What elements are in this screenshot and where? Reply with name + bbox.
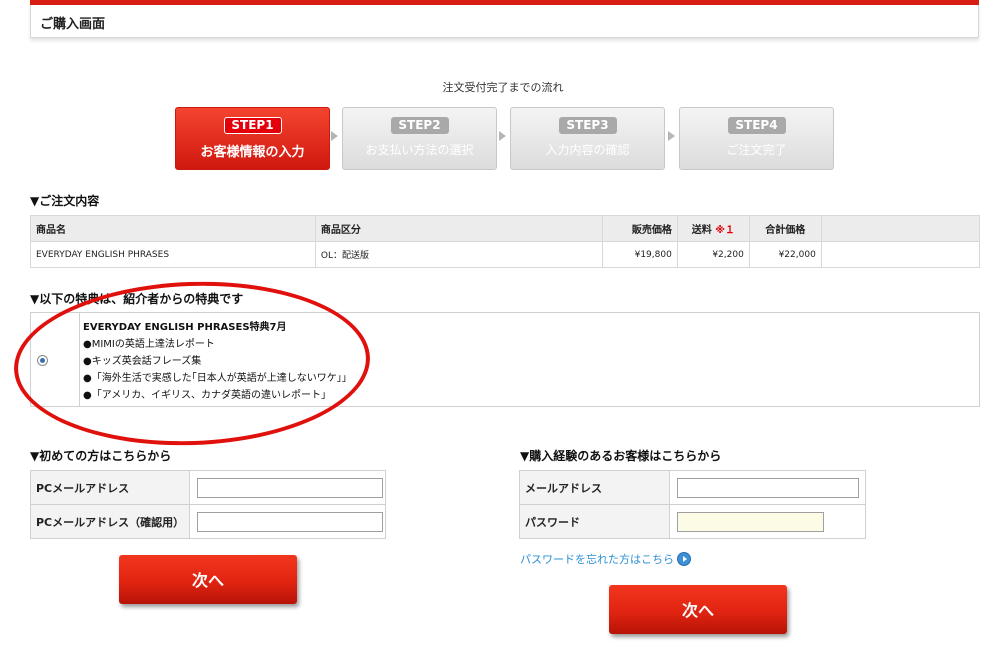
cell-type: OL：配送版 xyxy=(314,241,603,268)
bonus-radio[interactable] xyxy=(37,355,48,366)
email-confirm-field[interactable] xyxy=(197,511,383,532)
order-heading: ▼ご注文内容 xyxy=(30,194,100,208)
col-shipping: 送料 ※１ xyxy=(676,215,750,242)
returning-customer-heading: ▼購入経験のあるお客様はこちらから xyxy=(520,449,722,463)
order-table: 商品名 商品区分 販売価格 送料 ※１ 合計価格 EVERYDAY ENGLIS… xyxy=(30,215,981,268)
col-total: 合計価格 xyxy=(748,215,822,242)
bonus-box: EVERYDAY ENGLISH PHRASES特典7月 ●MIMIの英語上達法… xyxy=(30,312,980,407)
list-item: ●「海外生活で実感した｢日本人が英語が上達しないワケ｣」 xyxy=(83,373,352,384)
cell-price: ¥19,800 xyxy=(601,241,678,268)
circle-arrow-right-icon[interactable] xyxy=(677,552,691,566)
password-cell xyxy=(669,504,866,539)
bonus-radio-cell xyxy=(31,313,80,406)
step-2: STEP2 お支払い方法の選択 xyxy=(342,107,497,170)
col-product: 商品名 xyxy=(30,215,316,242)
email-confirm-label: PCメールアドレス（確認用） xyxy=(30,504,190,539)
page-title-box: ご購入画面 xyxy=(30,5,979,38)
shipping-note-mark: ※１ xyxy=(715,225,735,236)
step-1: STEP1 お客様情報の入力 xyxy=(175,107,330,170)
login-email-label: メールアドレス xyxy=(519,470,670,505)
email-label: PCメールアドレス xyxy=(30,470,190,505)
bonus-list: EVERYDAY ENGLISH PHRASES特典7月 ●MIMIの英語上達法… xyxy=(83,319,352,404)
step-1-label: お客様情報の入力 xyxy=(200,145,305,160)
login-email-field[interactable] xyxy=(677,477,859,498)
new-customer-heading: ▼初めての方はこちらから xyxy=(30,449,172,463)
email-field[interactable] xyxy=(197,477,383,498)
cell-shipping: ¥2,200 xyxy=(676,241,750,268)
step-2-label: お支払い方法の選択 xyxy=(365,143,474,157)
list-item: ●「アメリカ、イギリス、カナダ英語の違いレポート」 xyxy=(83,390,332,401)
cell-product: EVERYDAY ENGLISH PHRASES xyxy=(30,241,316,268)
step-4-badge: STEP4 xyxy=(727,117,786,134)
cell-empty xyxy=(820,241,981,268)
step-1-badge: STEP1 xyxy=(223,117,282,134)
flow-title: 注文受付完了までの流れ xyxy=(442,81,564,94)
login-form: メールアドレス パスワード xyxy=(519,470,866,539)
step-arrow-icon xyxy=(668,131,675,141)
forgot-password-link[interactable]: パスワードを忘れた方はこちら xyxy=(520,551,674,567)
col-type: 商品区分 xyxy=(314,215,603,242)
login-email-cell xyxy=(669,470,866,505)
col-price: 販売価格 xyxy=(601,215,678,242)
email-confirm-cell xyxy=(189,504,386,539)
bonus-heading: ▼以下の特典は、紹介者からの特典です xyxy=(30,292,244,306)
step-4-label: ご注文完了 xyxy=(726,143,787,157)
cell-total: ¥22,000 xyxy=(748,241,822,268)
step-arrow-icon xyxy=(331,131,338,141)
order-header-row: 商品名 商品区分 販売価格 送料 ※１ 合計価格 xyxy=(30,215,981,242)
step-4: STEP4 ご注文完了 xyxy=(679,107,834,170)
list-item: ●MIMIの英語上達法レポート xyxy=(83,339,215,350)
new-customer-form: PCメールアドレス PCメールアドレス（確認用） xyxy=(30,470,386,539)
next-button-new[interactable]: 次へ xyxy=(119,555,297,604)
list-item: ●キッズ英会話フレーズ集 xyxy=(83,356,202,367)
password-label: パスワード xyxy=(519,504,670,539)
col-empty xyxy=(820,215,981,242)
step-3-badge: STEP3 xyxy=(558,117,617,134)
table-row: EVERYDAY ENGLISH PHRASES OL：配送版 ¥19,800 … xyxy=(30,241,981,268)
next-button-login[interactable]: 次へ xyxy=(609,585,787,634)
col-shipping-label: 送料 xyxy=(691,225,712,236)
bonus-title: EVERYDAY ENGLISH PHRASES特典7月 xyxy=(83,322,287,333)
page-title: ご購入画面 xyxy=(40,17,106,32)
step-3-label: 入力内容の確認 xyxy=(545,143,630,157)
email-cell xyxy=(189,470,386,505)
step-3: STEP3 入力内容の確認 xyxy=(510,107,665,170)
step-2-badge: STEP2 xyxy=(390,117,449,134)
password-field[interactable] xyxy=(677,511,824,532)
step-arrow-icon xyxy=(499,131,506,141)
